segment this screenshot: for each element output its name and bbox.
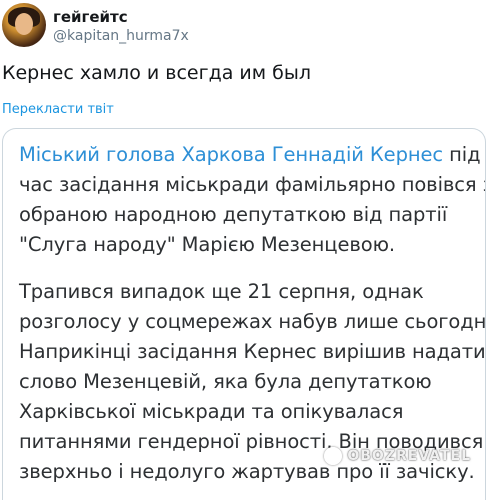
article-line: розголосу у соцмережах набув лише сьогод… — [19, 310, 486, 333]
tweet: гейгейтс @kapitan_hurma7x Кернес хамло и… — [0, 0, 488, 500]
article-line: Харківської міськради та опікувалася — [19, 400, 404, 423]
translate-tweet-link[interactable]: Перекласти твіт — [2, 102, 114, 117]
article-line: "Слуга народу" Марією Мезенцевою. — [19, 233, 396, 256]
article-line-text: під — [449, 143, 481, 166]
avatar-face-shape — [15, 13, 33, 35]
article-line: час засідання міськради фамільярно повів… — [19, 173, 486, 196]
display-name[interactable]: гейгейтс — [53, 8, 128, 26]
article-lead-link: Міський голова Харкова Геннадій Кернес — [19, 143, 444, 166]
tweet-text: Кернес хамло и всегда им был — [2, 62, 311, 84]
tweet-header: гейгейтс @kapitan_hurma7x — [0, 0, 488, 50]
watermark-text: OBOZREVATEL — [347, 448, 471, 464]
article-line: Наприкінці засідання Кернес вирішив нада… — [19, 340, 486, 363]
article-line: Міський голова Харкова Геннадій Кернес п… — [19, 143, 481, 166]
avatar[interactable] — [2, 3, 46, 47]
attached-image[interactable]: Міський голова Харкова Геннадій Кернес п… — [2, 128, 486, 500]
obozrevatel-logo-icon — [324, 447, 343, 465]
watermark: OBOZREVATEL — [324, 447, 471, 465]
article-line: слово Мезенцевій, яка була депутаткою — [19, 370, 432, 393]
username[interactable]: @kapitan_hurma7x — [53, 28, 189, 44]
article-line: Трапився випадок ще 21 серпня, однак — [19, 280, 424, 303]
article-line: обраною народною депутаткою від партії — [19, 203, 448, 226]
